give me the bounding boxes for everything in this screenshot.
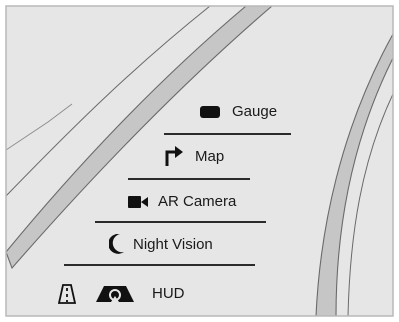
menu-divider-2 <box>128 178 250 180</box>
menu-item-night-vision[interactable]: Night Vision <box>133 236 213 254</box>
hud-label: HUD <box>152 285 185 302</box>
crescent-moon-icon <box>108 233 125 259</box>
menu-divider-4 <box>64 264 255 266</box>
menu-item-map[interactable]: Map <box>195 148 224 166</box>
hud-display-screen: Gauge Map AR Camera Night Vision HUD <box>0 0 399 322</box>
menu-divider-3 <box>95 221 266 223</box>
lane-road-icon[interactable] <box>57 284 77 309</box>
menu-item-gauge[interactable]: Gauge <box>232 103 277 121</box>
menu-item-ar-camera[interactable]: AR Camera <box>158 193 236 211</box>
hud-projection-icon[interactable] <box>96 286 134 307</box>
gauge-icon <box>200 105 220 123</box>
video-camera-icon <box>128 195 148 213</box>
menu-divider-1 <box>164 133 291 135</box>
turn-arrow-icon <box>164 144 184 171</box>
